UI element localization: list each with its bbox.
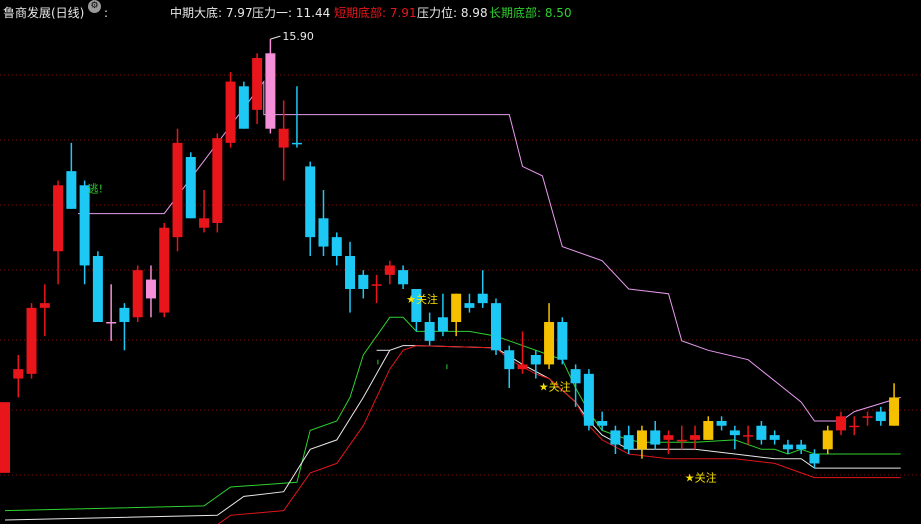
candle-body-37 xyxy=(490,303,501,351)
candle-body-15 xyxy=(199,218,210,228)
candle-body-43 xyxy=(570,369,581,384)
candle-body-10 xyxy=(132,270,143,318)
candle-body-50 xyxy=(663,435,674,440)
annotation-label-3: ★关注 xyxy=(685,470,717,484)
candle-body-32 xyxy=(424,322,435,341)
candle-body-29 xyxy=(384,265,395,275)
candle-body-58 xyxy=(769,435,780,440)
candle-body-14 xyxy=(185,157,196,219)
candle-body-48 xyxy=(636,430,647,450)
candle-body-7 xyxy=(92,256,103,322)
legend-item-mid-bottom: 中期大底: 7.97 xyxy=(170,6,253,20)
candle-body-1 xyxy=(13,369,24,379)
legend-item-pressure-one: 压力一: 11.44 xyxy=(252,6,331,20)
candle-body-22 xyxy=(291,142,302,145)
candle-body-26 xyxy=(345,256,356,289)
candle-body-42 xyxy=(557,322,568,360)
high-price-pointer xyxy=(270,35,281,40)
candle-body-51 xyxy=(676,439,687,442)
candle-body-36 xyxy=(477,293,488,304)
annotation-label-1: ★关注 xyxy=(406,292,438,306)
candle-body-56 xyxy=(743,435,754,437)
candle-body-9 xyxy=(119,307,130,322)
candle-body-41 xyxy=(544,322,555,365)
candle-body-67 xyxy=(889,397,900,426)
candle-body-52 xyxy=(690,435,701,440)
settings-icon[interactable]: ⚙ xyxy=(88,0,101,13)
candle-body-2 xyxy=(26,307,37,374)
candle-body-45 xyxy=(597,421,608,426)
candle-body-55 xyxy=(729,430,740,436)
candle-body-49 xyxy=(650,430,661,445)
candle-body-13 xyxy=(172,142,183,238)
candle-body-38 xyxy=(504,350,515,370)
candlesticks[interactable] xyxy=(0,39,900,473)
candle-body-59 xyxy=(782,444,793,450)
chart-annotations: 15.90 逃! ★关注 ★关注 ★关注 xyxy=(88,30,717,484)
candle-body-16 xyxy=(212,138,223,223)
annotation-label-2: ★关注 xyxy=(539,379,571,393)
stock-title[interactable]: 鲁商发展(日线) xyxy=(3,0,84,26)
candle-body-46 xyxy=(610,430,621,445)
candle-body-3 xyxy=(39,303,50,308)
legend-item-long-bottom: 长期底部: 8.50 xyxy=(489,6,572,20)
candle-body-47 xyxy=(623,435,634,450)
candle-body-8 xyxy=(106,322,117,324)
candle-body-62 xyxy=(822,430,833,450)
candle-body-11 xyxy=(145,279,156,299)
legend-item-short-bottom: 短期底部: 7.91 xyxy=(334,6,417,20)
candle-body-28 xyxy=(371,284,382,286)
candle-body-21 xyxy=(278,128,289,148)
series-mid-line xyxy=(78,80,901,422)
candle-body-63 xyxy=(836,416,847,431)
legend-item-pressure: 压力位: 8.98 xyxy=(417,6,488,20)
candle-body-19 xyxy=(252,58,263,110)
candle-body-0 xyxy=(0,402,10,473)
candle-body-12 xyxy=(159,227,170,313)
candle-body-53 xyxy=(703,421,714,440)
candle-body-65 xyxy=(862,416,873,418)
candle-body-20 xyxy=(265,53,276,129)
candle-body-60 xyxy=(796,444,807,450)
candle-body-4 xyxy=(53,185,64,252)
chart-header: 鲁商发展(日线) ⚙ : 中期大底: 7.97 压力一: 11.44 短期底部:… xyxy=(0,0,921,26)
candle-body-33 xyxy=(437,317,448,332)
annotation-label-0: 逃! xyxy=(88,182,103,195)
candle-body-34 xyxy=(451,293,462,322)
candle-body-35 xyxy=(464,303,475,308)
candle-body-24 xyxy=(318,218,329,247)
candle-body-23 xyxy=(305,166,316,238)
candle-body-6 xyxy=(79,185,90,266)
candle-body-30 xyxy=(398,270,409,285)
candle-body-18 xyxy=(238,86,249,129)
candle-body-61 xyxy=(809,454,820,464)
candle-body-17 xyxy=(225,81,236,143)
candle-body-44 xyxy=(583,373,594,426)
candle-body-39 xyxy=(517,364,528,370)
candle-body-57 xyxy=(756,425,767,440)
candle-body-27 xyxy=(358,274,369,289)
kline-chart[interactable]: 15.90 逃! ★关注 ★关注 ★关注 xyxy=(0,0,921,524)
candle-body-54 xyxy=(716,421,727,426)
candle-body-66 xyxy=(875,411,886,421)
candle-body-64 xyxy=(849,425,860,428)
header-separator: : xyxy=(104,6,109,20)
candle-body-5 xyxy=(66,171,77,209)
high-price-label: 15.90 xyxy=(282,30,314,43)
candle-body-40 xyxy=(530,355,541,365)
candle-body-25 xyxy=(331,237,342,256)
